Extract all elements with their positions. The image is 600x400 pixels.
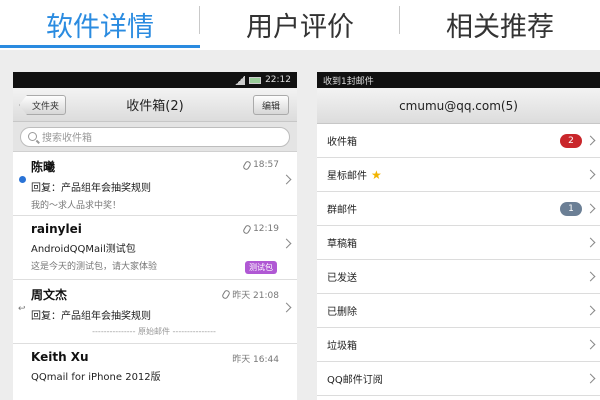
status-time: 22:12: [265, 75, 291, 85]
mail-preview: 这是今天的测试包，请大家体验: [31, 262, 158, 272]
folder-label: 垃圾箱: [327, 341, 357, 352]
unread-dot-icon: [19, 176, 26, 183]
chevron-right-icon: [585, 339, 596, 350]
mail-subject: 回复：产品组年会抽奖规则: [31, 311, 151, 322]
chevron-right-icon: [585, 169, 596, 180]
unread-count-badge: 2: [560, 134, 582, 148]
reply-icon: ↩: [18, 304, 26, 314]
chevron-right-icon: [585, 271, 596, 282]
folder-deleted[interactable]: 已删除: [317, 294, 600, 328]
folder-inbox[interactable]: 收件箱 2: [317, 124, 600, 158]
tab-bar: 软件详情 用户评价 相关推荐: [0, 0, 600, 48]
search-bar: 搜索收件箱: [13, 122, 297, 152]
screenshot-folders[interactable]: 收到1封邮件 cmumu@qq.com(5) 收件箱 2 星标邮件 ★ 群邮件 …: [317, 72, 600, 400]
mail-subject: AndroidQQMail测试包: [31, 244, 136, 255]
tab-label: 用户评价: [246, 11, 354, 43]
mail-subject: QQmail for iPhone 2012版: [31, 372, 161, 383]
mail-subject: 回复：产品组年会抽奖规则: [31, 183, 151, 194]
battery-icon: [249, 76, 262, 84]
search-input[interactable]: 搜索收件箱: [20, 126, 290, 147]
search-placeholder: 搜索收件箱: [42, 133, 92, 144]
folder-label: QQ邮件订阅: [327, 375, 383, 386]
tab-related-recommendations[interactable]: 相关推荐: [400, 0, 600, 48]
attachment-icon: [242, 159, 252, 171]
mail-item[interactable]: rainylei 12:19 AndroidQQMail测试包 这是今天的测试包…: [13, 216, 297, 280]
folder-label: 草稿箱: [327, 239, 357, 250]
inbox-title: 收件箱(2): [126, 99, 184, 114]
folder-starred[interactable]: 星标邮件 ★: [317, 158, 600, 192]
tab-user-reviews[interactable]: 用户评价: [200, 0, 400, 48]
inbox-navbar: 文件夹 收件箱(2) 编辑: [13, 88, 297, 122]
edit-button[interactable]: 编辑: [252, 95, 289, 115]
status-bar: 收到1封邮件: [317, 72, 600, 88]
tab-label: 相关推荐: [446, 11, 554, 43]
chevron-right-icon: [585, 237, 596, 248]
star-icon: ★: [371, 167, 382, 182]
tab-software-details[interactable]: 软件详情: [0, 0, 200, 48]
attachment-icon: [242, 223, 252, 235]
chevron-right-icon: [281, 302, 292, 313]
chevron-right-icon: [585, 373, 596, 384]
chevron-right-icon: [281, 238, 292, 249]
folder-label: 已删除: [327, 307, 357, 318]
tab-label: 软件详情: [46, 11, 154, 43]
search-icon: [28, 132, 37, 141]
attachment-icon: [221, 289, 232, 300]
account-header: cmumu@qq.com(5): [317, 88, 600, 124]
new-mail-notification: 收到1封邮件: [323, 76, 374, 87]
mail-item[interactable]: 陈曦 18:57 回复：产品组年会抽奖规则 我的～求人品求中奖！: [13, 152, 297, 216]
mail-time: 12:19: [242, 223, 279, 235]
mail-preview: 我的～求人品求中奖！: [31, 201, 122, 211]
mail-item[interactable]: ↩ 周文杰 昨天 21:08 回复：产品组年会抽奖规则 ------------…: [13, 280, 297, 344]
active-tab-indicator: [0, 45, 200, 48]
folder-drafts[interactable]: 草稿箱: [317, 226, 600, 260]
signal-icon: [235, 75, 246, 85]
mail-quote-divider: --------------- 原始邮件 ---------------: [92, 327, 216, 336]
chevron-right-icon: [585, 203, 596, 214]
folder-sent[interactable]: 已发送: [317, 260, 600, 294]
folder-subscriptions[interactable]: QQ邮件订阅: [317, 362, 600, 396]
folder-label: 星标邮件: [327, 171, 367, 182]
mail-sender: rainylei: [31, 222, 82, 236]
chevron-right-icon: [585, 305, 596, 316]
folder-label: 收件箱: [327, 137, 357, 148]
chevron-right-icon: [281, 174, 292, 185]
folders-back-button[interactable]: 文件夹: [19, 95, 67, 115]
folder-group-mail[interactable]: 群邮件 1: [317, 192, 600, 226]
mail-time: 昨天 21:08: [221, 288, 279, 301]
mail-tag: 测试包: [245, 261, 277, 274]
folder-spam[interactable]: 垃圾箱: [317, 328, 600, 362]
screenshot-inbox[interactable]: 22:12 文件夹 收件箱(2) 编辑 搜索收件箱 陈曦 18:57 回复：产品…: [13, 72, 297, 400]
mail-sender: 陈曦: [31, 160, 56, 174]
mail-item[interactable]: Keith Xu 昨天 16:44 QQmail for iPhone 2012…: [13, 344, 297, 400]
folder-label: 已发送: [327, 273, 357, 284]
folder-label: 群邮件: [327, 205, 357, 216]
chevron-right-icon: [585, 135, 596, 146]
mail-time: 昨天 16:44: [232, 355, 279, 365]
mail-time: 18:57: [242, 159, 279, 171]
status-bar: 22:12: [13, 72, 297, 88]
unread-count-badge: 1: [560, 202, 582, 216]
